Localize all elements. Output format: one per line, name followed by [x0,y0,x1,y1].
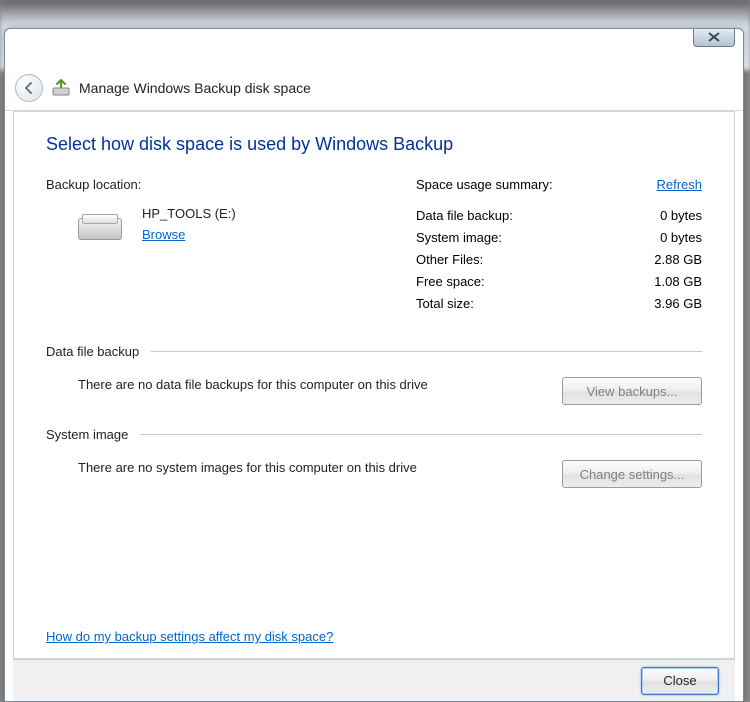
section-title: System image [46,427,128,442]
usage-key: Free space: [416,272,485,292]
page-title: Select how disk space is used by Windows… [46,134,702,155]
dialog-title: Manage Windows Backup disk space [79,80,311,96]
drive-icon [76,210,124,242]
data-backup-message: There are no data file backups for this … [78,377,428,392]
usage-key: Other Files: [416,250,483,270]
browse-link[interactable]: Browse [142,227,236,242]
dialog-content: Select how disk space is used by Windows… [13,111,735,659]
system-image-section: System image There are no system images … [46,427,702,488]
dialog-footer: Close [13,659,735,701]
usage-val: 0 bytes [660,228,702,248]
usage-table: Data file backup: 0 bytes System image: 0 … [416,206,702,314]
usage-key: Total size: [416,294,474,314]
change-settings-button[interactable]: Change settings... [562,460,702,488]
arrow-left-icon [22,81,36,95]
usage-key: Data file backup: [416,206,513,226]
backup-location-label: Backup location: [46,177,376,192]
help-link[interactable]: How do my backup settings affect my disk… [46,629,333,644]
view-backups-button[interactable]: View backups... [562,377,702,405]
drive-name: HP_TOOLS (E:) [142,206,236,221]
dialog-header: Manage Windows Backup disk space [5,65,743,111]
backup-disk-space-dialog: Manage Windows Backup disk space Select … [4,28,744,702]
section-title: Data file backup [46,344,139,359]
backup-icon [51,78,71,98]
data-file-backup-section: Data file backup There are no data file … [46,344,702,405]
usage-val: 0 bytes [660,206,702,226]
divider [140,434,702,435]
usage-val: 1.08 GB [654,272,702,292]
close-button[interactable]: Close [641,667,719,695]
close-window-button[interactable] [693,28,735,47]
divider [151,351,702,352]
close-icon [708,32,720,42]
space-usage-label: Space usage summary: [416,177,553,192]
usage-val: 3.96 GB [654,294,702,314]
back-button[interactable] [15,74,43,102]
usage-key: System image: [416,228,502,248]
system-image-message: There are no system images for this comp… [78,460,417,475]
refresh-link[interactable]: Refresh [656,177,702,192]
usage-val: 2.88 GB [654,250,702,270]
